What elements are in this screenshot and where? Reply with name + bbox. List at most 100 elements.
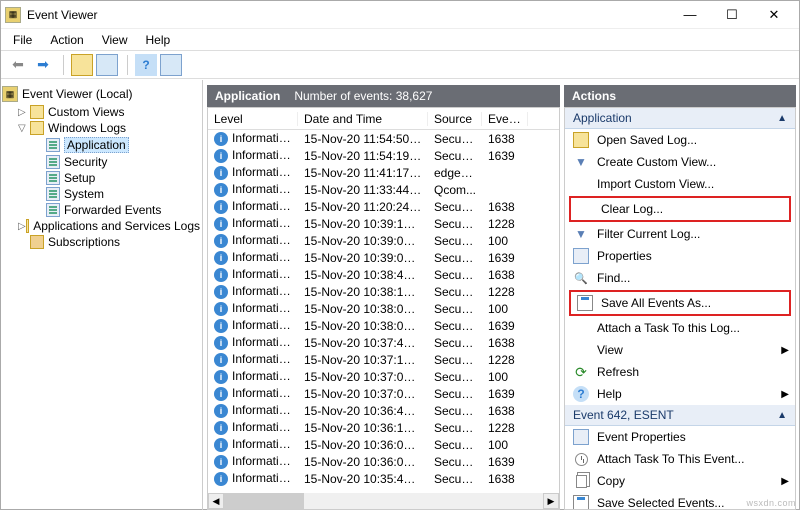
event-row[interactable]: iInformation15-Nov-20 10:37:07 PMSecurit… [208,368,559,385]
action-open-saved-log[interactable]: Open Saved Log... [565,129,795,151]
tree-subscriptions[interactable]: Subscriptions [2,234,200,250]
tree-custom-views[interactable]: ▷ Custom Views [2,104,200,120]
show-hide-tree-button[interactable] [71,54,93,76]
cell-source: Securit... [428,438,482,452]
event-row[interactable]: iInformation15-Nov-20 11:54:19 PMSecurit… [208,147,559,164]
tree-log-forwarded[interactable]: Forwarded Events [2,202,200,218]
info-icon: i [214,319,228,333]
actions-section-application[interactable]: Application ▲ [565,108,795,129]
grid-header: Level Date and Time Source Event I... [208,108,559,130]
event-row[interactable]: iInformation15-Nov-20 10:36:47 PMSecurit… [208,402,559,419]
events-header: Application Number of events: 38,627 [207,85,560,107]
event-row[interactable]: iInformation15-Nov-20 10:39:16 PMSecurit… [208,215,559,232]
action-view[interactable]: View ▶ [565,339,795,361]
col-level[interactable]: Level [208,112,298,126]
event-row[interactable]: iInformation15-Nov-20 10:36:07 PMSecurit… [208,453,559,470]
folder-icon [30,121,44,135]
menu-view[interactable]: View [94,31,136,49]
actions-pane: Actions Application ▲ Open Saved Log... … [564,80,800,510]
help-toolbar-button[interactable]: ? [135,54,157,76]
event-row[interactable]: iInformation15-Nov-20 10:37:07 PMSecurit… [208,385,559,402]
event-row[interactable]: iInformation15-Nov-20 10:38:47 PMSecurit… [208,266,559,283]
cell-level: iInformation [208,284,298,299]
event-row[interactable]: iInformation15-Nov-20 11:54:50 PMSecurit… [208,130,559,147]
horizontal-scrollbar[interactable]: ◀ ▶ [208,493,559,509]
menu-help[interactable]: Help [138,31,179,49]
action-save-all-events[interactable]: Save All Events As... [575,294,785,312]
action-properties[interactable]: Properties [565,245,795,267]
event-row[interactable]: iInformation15-Nov-20 11:41:17 PMedgeup.… [208,164,559,181]
menu-file[interactable]: File [5,31,40,49]
collapse-icon[interactable]: ▽ [18,123,30,134]
info-icon: i [214,132,228,146]
event-row[interactable]: iInformation15-Nov-20 10:36:16 PMSecurit… [208,419,559,436]
expand-icon[interactable]: ▷ [18,221,26,232]
action-attach-task-log[interactable]: Attach a Task To this Log... [565,317,795,339]
event-row[interactable]: iInformation15-Nov-20 10:39:07 PMSecurit… [208,232,559,249]
event-row[interactable]: iInformation15-Nov-20 10:38:07 PMSecurit… [208,317,559,334]
log-icon [46,138,60,152]
computer-icon: ▦ [2,86,18,102]
back-button[interactable]: ⬅ [7,54,29,76]
info-icon: i [214,370,228,384]
tree-root[interactable]: ▦ Event Viewer (Local) [2,84,200,104]
event-row[interactable]: iInformation15-Nov-20 10:37:16 PMSecurit… [208,351,559,368]
scroll-left-button[interactable]: ◀ [208,493,224,509]
forward-button[interactable]: ➡ [32,54,54,76]
menu-action[interactable]: Action [42,31,91,49]
scroll-right-button[interactable]: ▶ [543,493,559,509]
action-find[interactable]: 🔍 Find... [565,267,795,289]
window-title: Event Viewer [27,8,669,22]
event-row[interactable]: iInformation15-Nov-20 10:39:07 PMSecurit… [208,249,559,266]
arrow-left-icon: ⬅ [12,56,24,73]
info-icon: i [214,353,228,367]
toolbar: ⬅ ➡ ? [1,51,799,79]
event-row[interactable]: iInformation15-Nov-20 10:38:16 PMSecurit… [208,283,559,300]
tree-log-system[interactable]: System [2,186,200,202]
event-row[interactable]: iInformation15-Nov-20 10:37:47 PMSecurit… [208,334,559,351]
tree-log-setup[interactable]: Setup [2,170,200,186]
tree-log-application[interactable]: Application [2,136,200,154]
minimize-button[interactable]: — [669,3,711,27]
cell-eventid: 100 [482,234,528,248]
maximize-button[interactable]: ☐ [711,3,753,27]
actions-section-event[interactable]: Event 642, ESENT ▲ [565,405,795,426]
properties-toolbar-button[interactable] [160,54,182,76]
tree-windows-logs[interactable]: ▽ Windows Logs [2,120,200,136]
info-icon: i [214,336,228,350]
toolbar-button-2[interactable] [96,54,118,76]
action-import-custom-view[interactable]: Import Custom View... [565,173,795,195]
event-row[interactable]: iInformation15-Nov-20 10:35:47 PMSecurit… [208,470,559,487]
col-date[interactable]: Date and Time [298,112,428,126]
action-copy[interactable]: Copy ▶ [565,470,795,492]
col-eventid[interactable]: Event I... [482,112,528,126]
cell-datetime: 15-Nov-20 10:36:08 PM [298,438,428,452]
action-event-properties[interactable]: Event Properties [565,426,795,448]
cell-eventid: 1228 [482,285,528,299]
tree-log-security[interactable]: Security [2,154,200,170]
info-icon: i [214,200,228,214]
cell-datetime: 15-Nov-20 10:38:16 PM [298,285,428,299]
action-refresh[interactable]: ⟳ Refresh [565,361,795,383]
tree-apps-services[interactable]: ▷ Applications and Services Logs [2,218,200,234]
col-source[interactable]: Source [428,112,482,126]
scroll-thumb[interactable] [224,493,304,509]
close-button[interactable]: ✕ [753,3,795,27]
event-row[interactable]: iInformation15-Nov-20 10:38:07 PMSecurit… [208,300,559,317]
expand-icon[interactable]: ▷ [18,107,30,118]
action-create-custom-view[interactable]: ▼ Create Custom View... [565,151,795,173]
action-clear-log[interactable]: Clear Log... [575,200,785,218]
event-row[interactable]: iInformation15-Nov-20 11:33:44 PMQcom... [208,181,559,198]
info-icon: i [214,285,228,299]
action-help[interactable]: ? Help ▶ [565,383,795,405]
info-icon: i [214,251,228,265]
event-row[interactable]: iInformation15-Nov-20 11:20:24 PMSecurit… [208,198,559,215]
cell-level: iInformation [208,454,298,469]
cell-source: Qcom... [428,183,482,197]
event-row[interactable]: iInformation15-Nov-20 10:36:08 PMSecurit… [208,436,559,453]
cell-source: edgeup... [428,166,482,180]
cell-datetime: 15-Nov-20 11:54:50 PM [298,132,428,146]
action-attach-task-event[interactable]: Attach Task To This Event... [565,448,795,470]
action-filter-current-log[interactable]: ▼ Filter Current Log... [565,223,795,245]
cell-eventid: 1638 [482,132,528,146]
